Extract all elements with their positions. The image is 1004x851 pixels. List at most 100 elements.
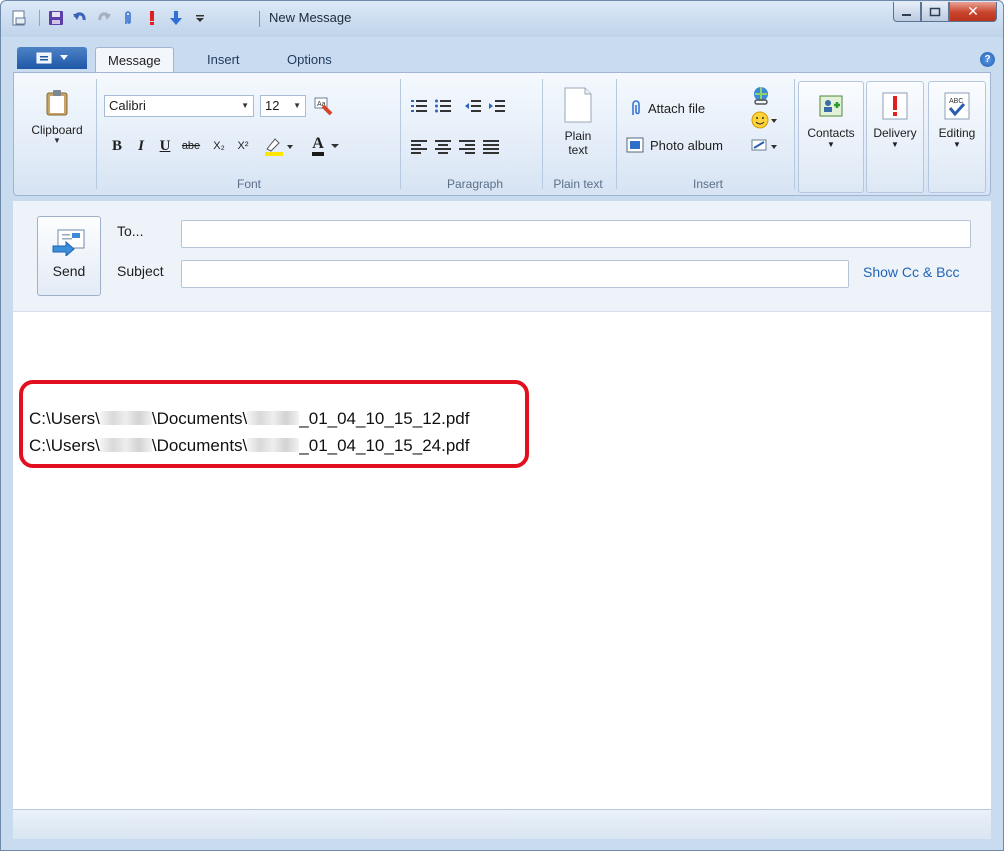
increase-indent-button[interactable] [486,95,508,117]
bulleted-list-button[interactable] [432,95,454,117]
minimize-button[interactable] [893,2,921,22]
hyperlink-button[interactable] [750,85,772,107]
numbered-list-button[interactable] [408,95,430,117]
subject-field[interactable] [181,260,849,288]
show-cc-bcc-link[interactable]: Show Cc & Bcc [863,264,959,280]
font-color-letter: A [312,136,324,156]
increase-indent-icon [489,100,505,112]
save-icon[interactable] [46,8,66,28]
numbered-list-icon [411,100,427,112]
clear-formatting-button[interactable]: Aa [312,95,334,117]
font-color-button[interactable]: A [304,135,348,157]
send-label: Send [52,263,86,279]
maximize-icon [929,7,941,16]
low-importance-icon[interactable] [166,8,186,28]
align-left-icon [411,140,427,154]
minimize-icon [902,13,911,16]
exclamation-icon [881,92,909,120]
bold-button[interactable]: B [106,135,128,157]
signature-button[interactable] [750,135,780,157]
send-button[interactable]: Send [37,216,101,296]
plain-text-button[interactable]: Plain text [546,85,610,157]
tab-message[interactable]: Message [95,47,174,73]
title-bar: New Message ✕ [1,1,1003,37]
font-size-value: 12 [265,98,280,113]
attach-file-label: Attach file [648,100,706,116]
app-menu-icon [36,52,52,64]
attach-file-button[interactable]: Attach file [628,99,705,117]
font-family-select[interactable]: Calibri ▼ [104,95,254,117]
add-contact-icon [817,92,845,120]
window-title: New Message [269,10,352,25]
tab-insert[interactable]: Insert [195,47,252,73]
align-right-button[interactable] [456,135,478,157]
font-size-select[interactable]: 12 ▼ [260,95,306,117]
align-left-button[interactable] [408,135,430,157]
subscript-button[interactable]: X₂ [208,135,230,157]
emoticon-button[interactable] [750,109,780,131]
paragraph-group-label: Paragraph [446,177,504,191]
attach-icon[interactable] [118,8,138,28]
chevron-down-icon [60,55,68,60]
send-mail-icon [52,227,86,257]
spelling-check-icon: ABC [943,92,971,120]
underline-button[interactable]: U [154,135,176,157]
quick-access-toolbar [9,7,214,29]
decrease-indent-button[interactable] [462,95,484,117]
maximize-button[interactable] [921,2,949,22]
ribbon: Clipboard ▼ Calibri ▼ 12 ▼ Aa B I U abe … [13,72,991,196]
align-center-icon [435,140,451,154]
undo-icon[interactable] [70,8,90,28]
align-center-button[interactable] [432,135,454,157]
plain-text-group-label: Plain text [553,177,603,191]
close-button[interactable]: ✕ [949,2,997,22]
to-field[interactable] [181,220,971,248]
clipboard-icon [41,87,73,119]
superscript-button[interactable]: X² [232,135,254,157]
to-label[interactable]: To... [117,223,143,239]
strikethrough-button[interactable]: abe [178,135,204,157]
decrease-indent-icon [465,100,481,112]
font-group-label: Font [236,177,261,191]
signature-icon [751,139,777,151]
contacts-button[interactable]: Contacts ▼ [798,81,864,193]
help-icon[interactable]: ? [980,52,995,67]
clear-formatting-icon: Aa [314,97,333,116]
editing-button[interactable]: ABC Editing ▼ [928,81,986,193]
photo-album-label: Photo album [650,137,723,153]
highlight-color-button[interactable] [260,135,298,157]
clipboard-button[interactable]: Clipboard ▼ [22,87,92,145]
highlight-box [19,380,529,468]
align-right-icon [459,140,475,154]
chevron-down-icon [330,144,339,148]
redo-icon[interactable] [94,8,114,28]
editing-label: Editing [938,126,976,140]
close-icon: ✕ [967,3,979,19]
mail-window: New Message ✕ Message Insert Options ? C… [0,0,1004,851]
delivery-label: Delivery [873,126,917,140]
globe-link-icon [754,87,768,105]
photo-album-icon [626,137,644,153]
plain-text-icon [560,85,596,125]
ribbon-tabs: Message Insert Options ? [1,47,1003,73]
message-window-icon[interactable] [9,8,29,28]
photo-album-button[interactable]: Photo album [626,137,723,153]
app-menu-button[interactable] [17,47,87,69]
justify-icon [483,140,499,154]
italic-button[interactable]: I [130,135,152,157]
smiley-icon [751,111,777,129]
status-bar [13,809,991,839]
delivery-button[interactable]: Delivery ▼ [866,81,924,193]
spelling-glyph: ABC [949,98,963,105]
bulleted-list-icon [435,99,451,113]
tab-options[interactable]: Options [275,47,344,73]
plain-text-label-1: Plain [564,129,592,143]
paperclip-icon [632,100,640,115]
customize-toolbar-icon[interactable] [190,8,210,28]
high-importance-icon[interactable] [142,8,162,28]
message-body[interactable]: C:\Users\ \Documents\ _01_04_10_15_12.pdf … [13,311,991,809]
insert-group-label: Insert [692,177,723,191]
justify-button[interactable] [480,135,502,157]
window-controls: ✕ [893,2,997,22]
contacts-label: Contacts [807,126,855,140]
